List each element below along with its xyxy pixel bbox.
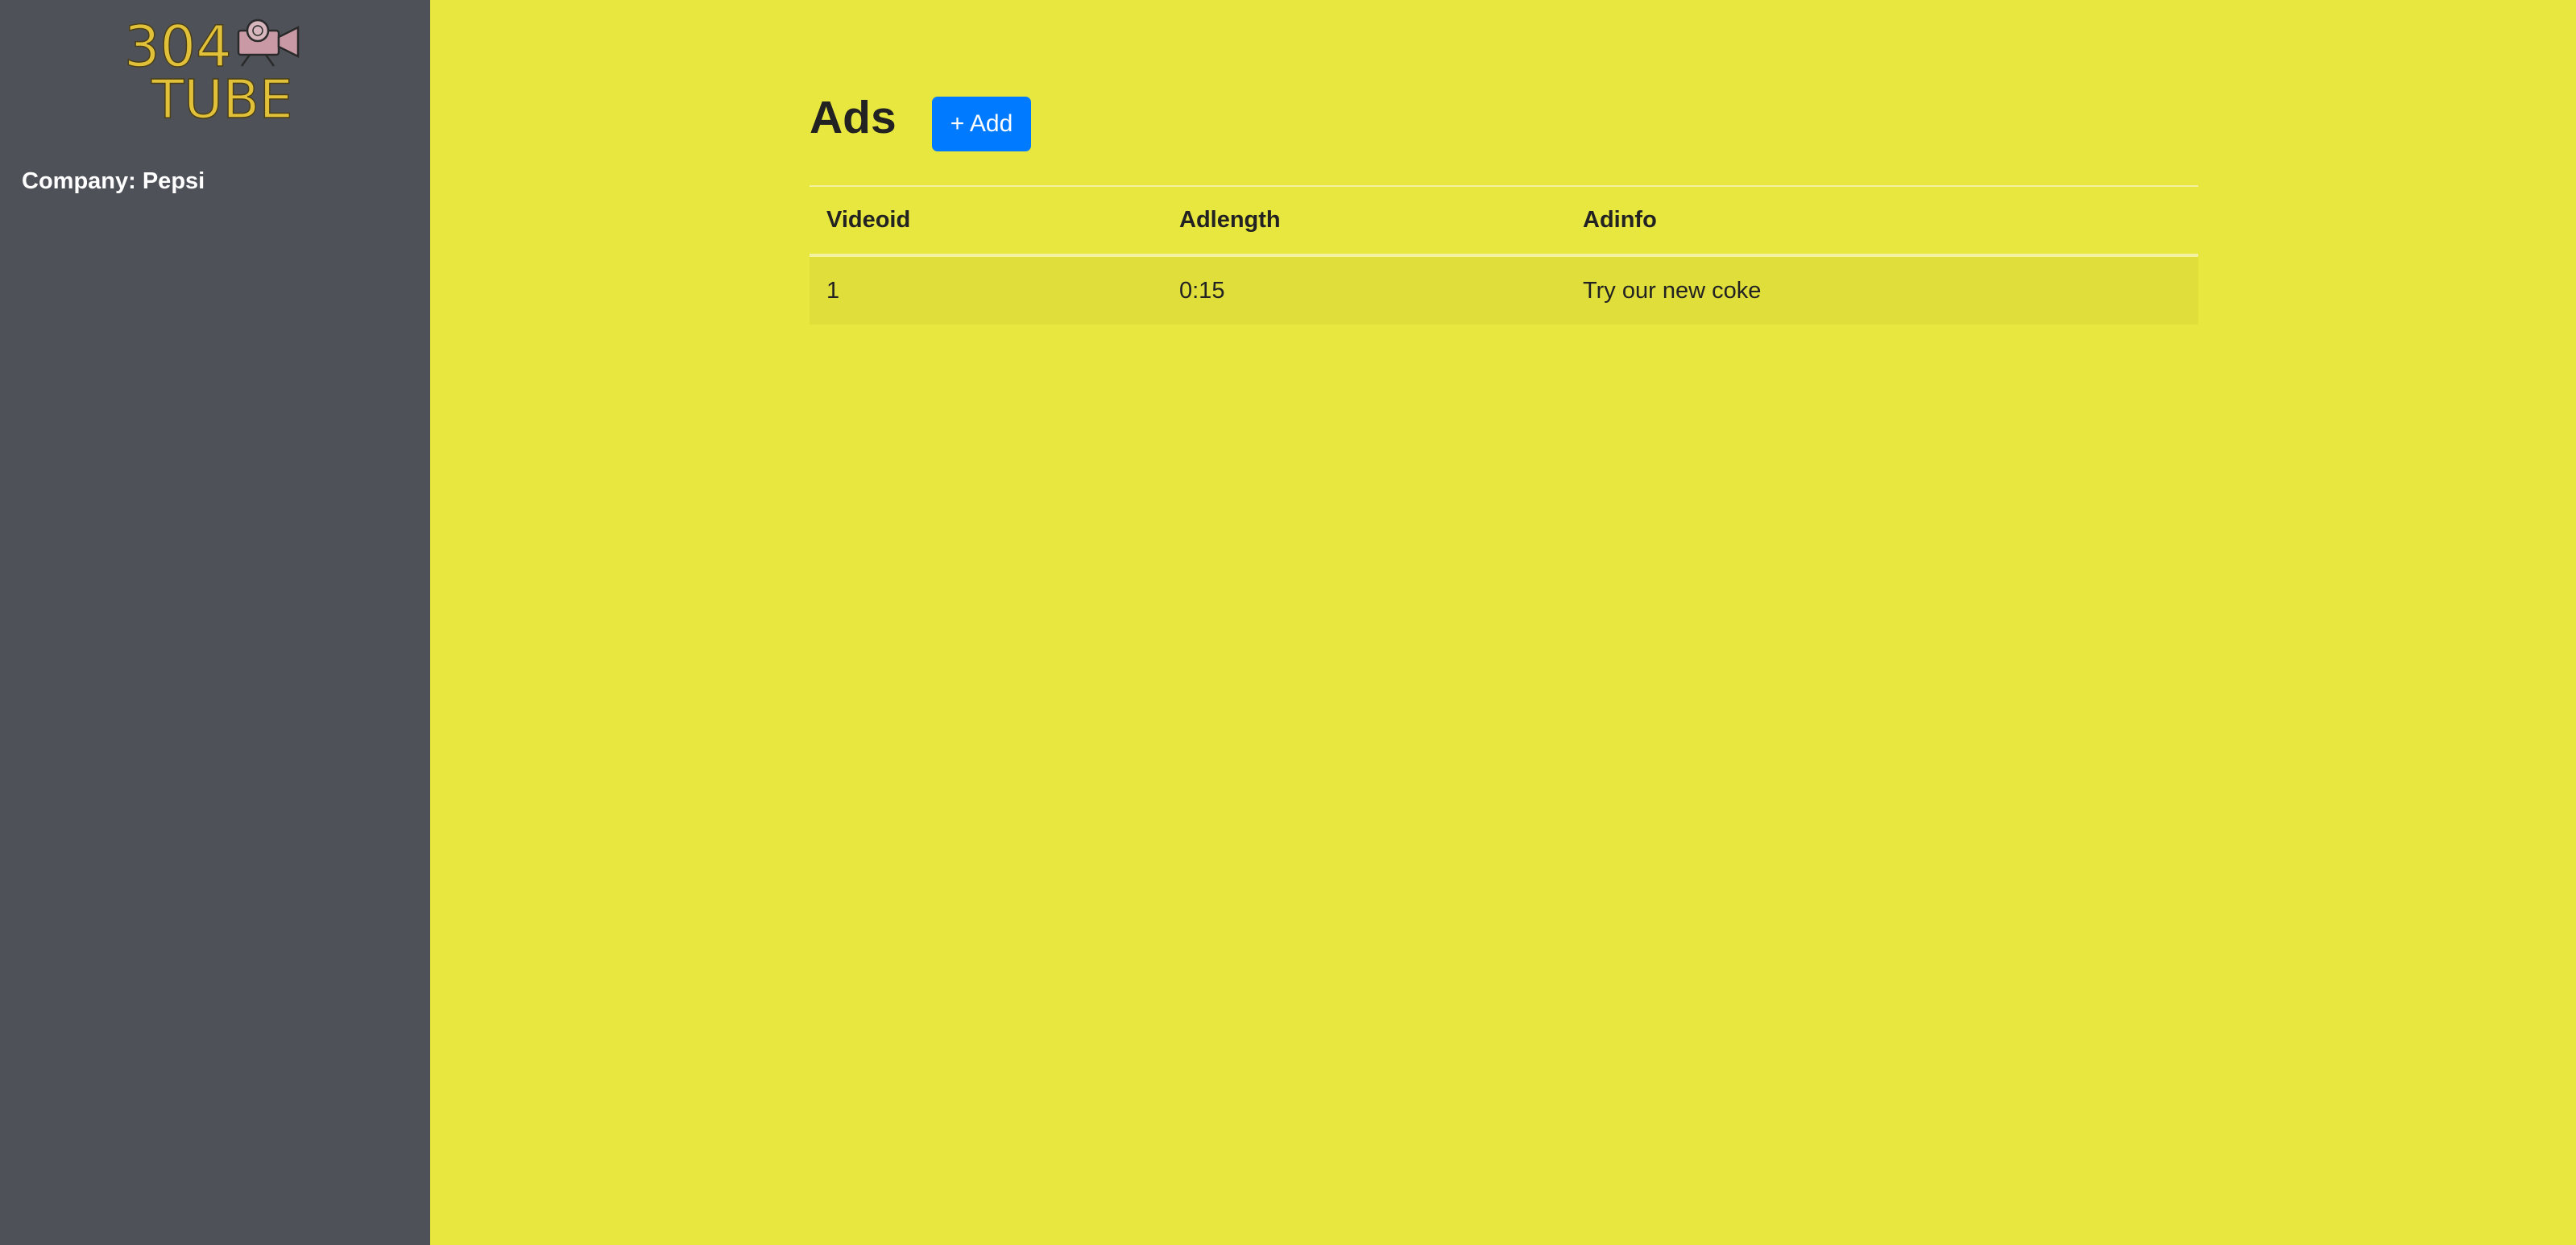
table-header: Videoid Adlength Adinfo <box>810 186 2198 255</box>
movie-camera-icon <box>237 19 300 67</box>
sidebar: 304 TUBE Company: Pepsi <box>0 0 430 1245</box>
column-header-adinfo[interactable]: Adinfo <box>1566 186 2198 255</box>
app-window: 304 TUBE Company: Pepsi Ads + Add Videoi… <box>0 0 2576 1245</box>
table-header-row: Videoid Adlength Adinfo <box>810 186 2198 255</box>
logo-text-tube: TUBE <box>151 68 293 123</box>
logo-graphic: 304 TUBE <box>123 13 300 131</box>
ads-table: Videoid Adlength Adinfo 1 0:15 Try our n… <box>810 185 2198 325</box>
column-header-videoid[interactable]: Videoid <box>810 186 1162 255</box>
table-row[interactable]: 1 0:15 Try our new coke <box>810 255 2198 325</box>
add-ad-button[interactable]: + Add <box>932 97 1031 151</box>
cell-videoid: 1 <box>826 277 840 304</box>
table-body: 1 0:15 Try our new coke <box>810 255 2198 325</box>
main-content: Ads + Add Videoid Adlength Adinfo 1 0:15… <box>430 0 2576 1245</box>
page-title: Ads <box>810 92 897 143</box>
cell-adlength: 0:15 <box>1179 277 1225 304</box>
company-label: Company: Pepsi <box>22 168 205 194</box>
column-header-adlength[interactable]: Adlength <box>1162 186 1566 255</box>
site-logo[interactable]: 304 TUBE <box>121 13 306 131</box>
cell-adinfo: Try our new coke <box>1583 277 1762 304</box>
